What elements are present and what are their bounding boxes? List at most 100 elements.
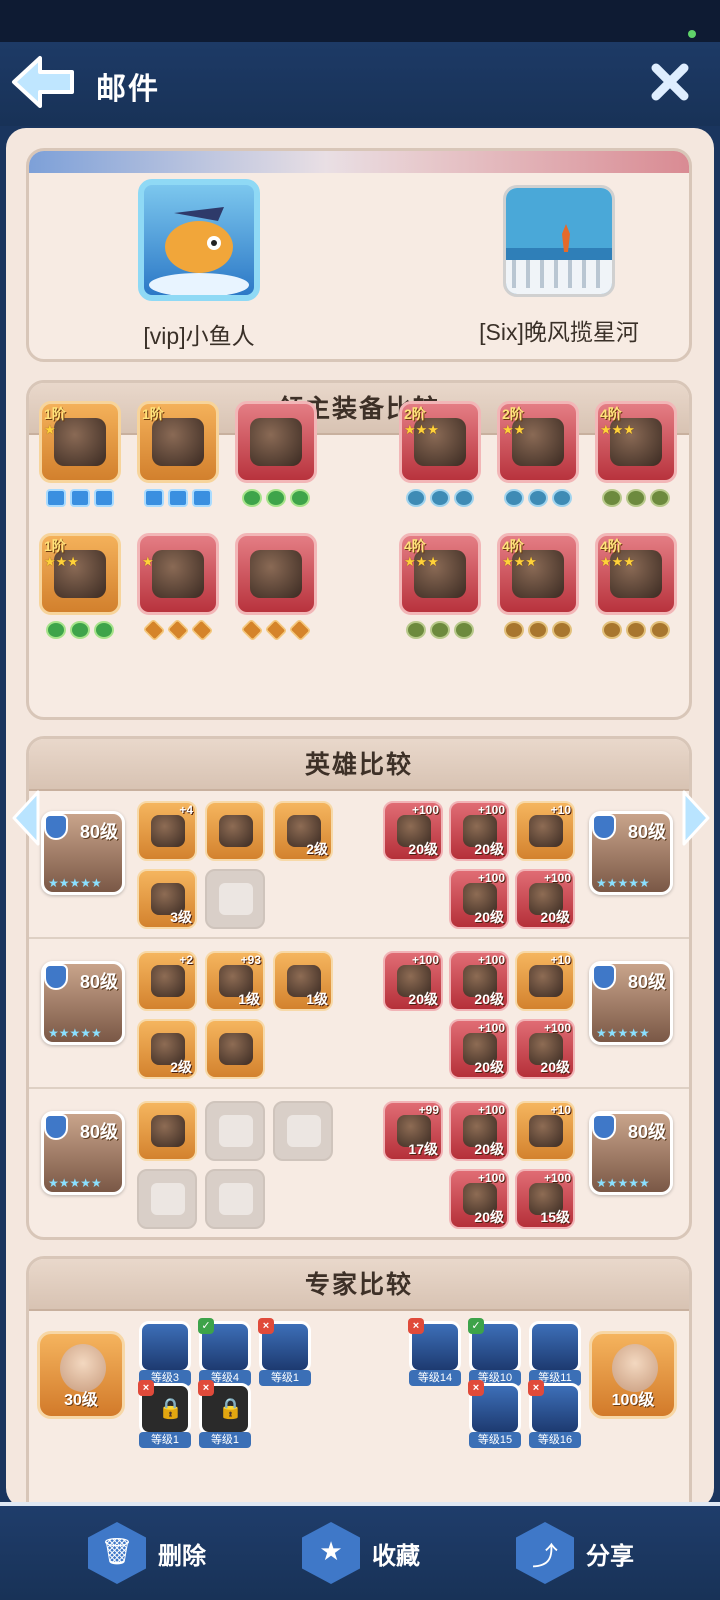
hero-gear-slot[interactable] bbox=[205, 801, 265, 861]
gear-bonus: +4 bbox=[179, 803, 193, 817]
equipment-slot[interactable]: ★ bbox=[137, 533, 219, 615]
hero-gear-slot[interactable] bbox=[137, 1101, 197, 1161]
hero-portrait[interactable]: 80级 ★★★★★ bbox=[589, 961, 673, 1045]
gem-icon bbox=[46, 489, 66, 507]
hero-gear-slot[interactable]: 3级 bbox=[137, 869, 197, 929]
hero-stars: ★★★★★ bbox=[48, 1026, 102, 1040]
gear-level: 20级 bbox=[408, 841, 438, 857]
hero-gear-slot[interactable]: +100 20级 bbox=[449, 869, 509, 929]
avatar bbox=[503, 185, 615, 297]
gem-icon bbox=[454, 621, 474, 639]
hero-gear-slot[interactable]: +100 20级 bbox=[515, 1019, 575, 1079]
equipment-slot[interactable]: 4阶★★★ bbox=[497, 533, 579, 615]
empty-slot-icon bbox=[219, 1183, 253, 1215]
expert-portrait[interactable]: 100级 bbox=[589, 1331, 677, 1419]
equipment-slot[interactable]: 4阶★★★ bbox=[399, 533, 481, 615]
hero-gear-slot[interactable]: 2级 bbox=[137, 1019, 197, 1079]
next-hero-arrow-icon[interactable] bbox=[678, 788, 714, 848]
hero-gear-slot[interactable]: 2级 bbox=[273, 801, 333, 861]
expert-portrait[interactable]: 30级 bbox=[37, 1331, 125, 1419]
gem-icon bbox=[46, 621, 66, 639]
expert-compare-card: 专家比较 30级 100级 等级3 ✓ 等级4 × 等级1 🔒 × 等级1 🔒 × 等级1 × 等级14 ✓ 等… bbox=[26, 1256, 692, 1502]
gear-level: 15级 bbox=[540, 1209, 570, 1225]
hero-portrait[interactable]: 80级 ★★★★★ bbox=[41, 961, 125, 1045]
hero-gear-slot[interactable]: +2 bbox=[137, 951, 197, 1011]
hero-gear-slot[interactable]: +100 20级 bbox=[449, 951, 509, 1011]
gear-bonus: +2 bbox=[179, 953, 193, 967]
equipment-tier: 1阶 bbox=[44, 406, 66, 422]
hero-portrait[interactable]: 80级 ★★★★★ bbox=[589, 1111, 673, 1195]
expert-skill[interactable]: 🔒 × 等级1 bbox=[138, 1380, 191, 1448]
equipment-slot[interactable]: 4阶★★★ bbox=[595, 533, 677, 615]
hero-gear-slot[interactable]: +100 20级 bbox=[449, 1169, 509, 1229]
hero-gear-slot[interactable] bbox=[205, 1169, 265, 1229]
hero-gear-slot[interactable] bbox=[205, 1101, 265, 1161]
delete-label: 删除 bbox=[158, 1542, 206, 1570]
mail-content[interactable]: [vip]小鱼人 [Six]晚风揽星河 领主装备比较 1阶★1阶1阶★★★★ bbox=[0, 126, 720, 1502]
hero-gear-slot[interactable]: +100 20级 bbox=[515, 869, 575, 929]
gear-icon bbox=[151, 815, 185, 847]
gem-icon bbox=[288, 618, 312, 642]
gear-bonus: +10 bbox=[550, 1103, 571, 1117]
hero-gear-slot[interactable]: +100 20级 bbox=[383, 801, 443, 861]
hero-gear-slot[interactable] bbox=[137, 1169, 197, 1229]
gem-icon bbox=[650, 489, 670, 507]
hero-level: 80级 bbox=[627, 972, 666, 992]
expert-skill[interactable]: 等级11 bbox=[529, 1321, 581, 1386]
hero-gear-slot[interactable]: +100 20级 bbox=[449, 1101, 509, 1161]
gear-icon bbox=[529, 815, 563, 847]
hero-stars: ★★★★★ bbox=[48, 1176, 102, 1190]
equipment-slot[interactable]: 2阶★★★ bbox=[399, 401, 481, 483]
hero-gear-slot[interactable] bbox=[273, 1101, 333, 1161]
expert-skill[interactable]: 🔒 × 等级1 bbox=[198, 1380, 251, 1448]
hero-gear-slot[interactable]: +10 bbox=[515, 1101, 575, 1161]
hero-gear-slot[interactable] bbox=[205, 869, 265, 929]
share-button[interactable]: ⤴ 分享 bbox=[516, 1518, 634, 1588]
cross-icon: × bbox=[528, 1380, 544, 1396]
gear-bonus: +100 bbox=[543, 871, 571, 885]
hero-portrait[interactable]: 80级 ★★★★★ bbox=[589, 811, 673, 895]
expert-skill[interactable]: × 等级14 bbox=[408, 1318, 461, 1386]
expert-skill[interactable]: 等级3 bbox=[139, 1321, 191, 1386]
hero-portrait[interactable]: 80级 ★★★★★ bbox=[41, 811, 125, 895]
hero-gear-slot[interactable]: 1级 bbox=[273, 951, 333, 1011]
expert-skill[interactable]: ✓ 等级10 bbox=[468, 1318, 521, 1386]
expert-skill[interactable]: × 等级1 bbox=[258, 1318, 311, 1386]
hero-gear-slot[interactable]: +100 15级 bbox=[515, 1169, 575, 1229]
player-right[interactable]: [Six]晚风揽星河 bbox=[429, 179, 689, 347]
equipment-slot[interactable]: 2阶 ★★ bbox=[497, 401, 579, 483]
expert-skill[interactable]: ✓ 等级4 bbox=[198, 1318, 251, 1386]
equipment-slot[interactable] bbox=[235, 401, 317, 483]
favorite-button[interactable]: ★ 收藏 bbox=[302, 1518, 420, 1588]
hero-gear-slot[interactable] bbox=[205, 1019, 265, 1079]
back-arrow-icon[interactable] bbox=[10, 52, 76, 112]
gear-level: 1级 bbox=[238, 991, 260, 1007]
cross-icon: × bbox=[468, 1380, 484, 1396]
hero-gear-slot[interactable]: +93 1级 bbox=[205, 951, 265, 1011]
gear-level: 20级 bbox=[408, 991, 438, 1007]
hero-gear-slot[interactable]: +100 20级 bbox=[449, 801, 509, 861]
delete-button[interactable]: 🗑 删除 bbox=[88, 1518, 206, 1588]
hero-gear-slot[interactable]: +100 20级 bbox=[449, 1019, 509, 1079]
gear-level: 2级 bbox=[170, 1059, 192, 1075]
hero-compare-card: 英雄比较 80级 ★★★★★ 80级 ★★★★★ +4 2级 3级 +100 20级 +100 20… bbox=[26, 736, 692, 1240]
gem-icon bbox=[94, 489, 114, 507]
equipment-slot[interactable]: 1阶 ★ bbox=[39, 401, 121, 483]
hero-gear-slot[interactable]: +4 bbox=[137, 801, 197, 861]
expert-skill[interactable]: × 等级16 bbox=[528, 1380, 581, 1448]
hero-gear-slot[interactable]: +10 bbox=[515, 951, 575, 1011]
gem-icon bbox=[70, 621, 90, 639]
hero-gear-slot[interactable]: +100 20级 bbox=[383, 951, 443, 1011]
player-left[interactable]: [vip]小鱼人 bbox=[69, 179, 329, 351]
equipment-slot[interactable]: 1阶★★★ bbox=[39, 533, 121, 615]
expert-skill[interactable]: × 等级15 bbox=[468, 1380, 521, 1448]
equipment-slot[interactable]: 1阶 bbox=[137, 401, 219, 483]
hero-portrait[interactable]: 80级 ★★★★★ bbox=[41, 1111, 125, 1195]
prev-hero-arrow-icon[interactable] bbox=[8, 788, 44, 848]
close-icon[interactable] bbox=[648, 60, 692, 104]
hero-gear-slot[interactable]: +99 17级 bbox=[383, 1101, 443, 1161]
equipment-slot[interactable] bbox=[235, 533, 317, 615]
hero-compare-row: 80级 ★★★★★ 80级 ★★★★★ +99 17级 +100 20级 +10 +100 20级 +… bbox=[29, 1091, 689, 1237]
equipment-slot[interactable]: 4阶★★★ bbox=[595, 401, 677, 483]
hero-gear-slot[interactable]: +10 bbox=[515, 801, 575, 861]
